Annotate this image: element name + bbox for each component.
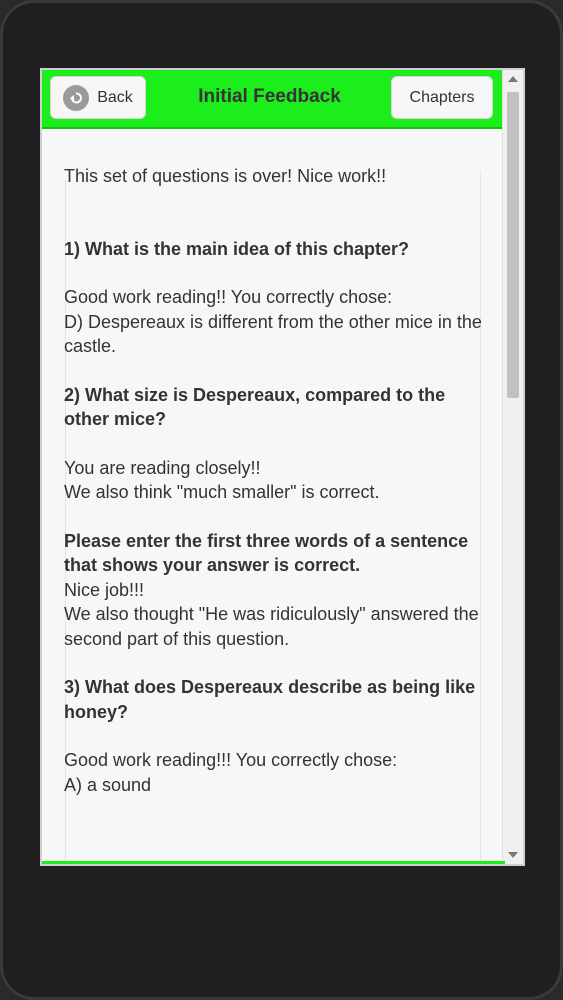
answer-1-line-1: Good work reading!! You correctly chose: bbox=[64, 287, 393, 307]
back-arrow-circle-icon bbox=[63, 84, 90, 111]
question-2: 2) What size is Despereaux, compared to … bbox=[64, 384, 446, 430]
answer-2-line-2: We also think "much smaller" is correct. bbox=[64, 482, 380, 502]
feedback-content: This set of questions is over! Nice work… bbox=[64, 164, 482, 797]
page-title: Initial Feedback bbox=[198, 86, 341, 107]
question-1: 1) What is the main idea of this chapter… bbox=[64, 238, 410, 259]
footer-accent-line bbox=[42, 861, 505, 864]
vertical-scrollbar[interactable] bbox=[502, 70, 523, 864]
app-screen: Back Initial Feedback Chapters This set … bbox=[40, 68, 525, 866]
answer-3-line-2: A) a sound bbox=[64, 774, 152, 795]
chapters-button[interactable]: Chapters bbox=[391, 76, 493, 119]
scroll-down-arrow-icon[interactable] bbox=[508, 852, 518, 858]
back-button[interactable]: Back bbox=[50, 76, 146, 119]
back-button-label: Back bbox=[97, 88, 133, 106]
answer-2-line-1: You are reading closely!! bbox=[64, 457, 261, 478]
answer-2b-line-1: Nice job!!! bbox=[64, 579, 145, 600]
scrollbar-thumb[interactable] bbox=[507, 92, 519, 398]
answer-3-line-1: Good work reading!!! You correctly chose… bbox=[64, 750, 398, 770]
answer-2b-line-2: We also thought "He was ridiculously" an… bbox=[64, 604, 479, 649]
scroll-up-arrow-icon[interactable] bbox=[508, 76, 518, 82]
header-bar: Back Initial Feedback Chapters bbox=[42, 70, 503, 129]
question-3: 3) What does Despereaux describe as bein… bbox=[64, 677, 476, 722]
intro-text: This set of questions is over! Nice work… bbox=[64, 166, 387, 186]
question-2b: Please enter the first three words of a … bbox=[64, 530, 469, 576]
device-frame: Back Initial Feedback Chapters This set … bbox=[0, 0, 563, 1000]
answer-1-line-2: D) Despereaux is different from the othe… bbox=[64, 311, 482, 357]
